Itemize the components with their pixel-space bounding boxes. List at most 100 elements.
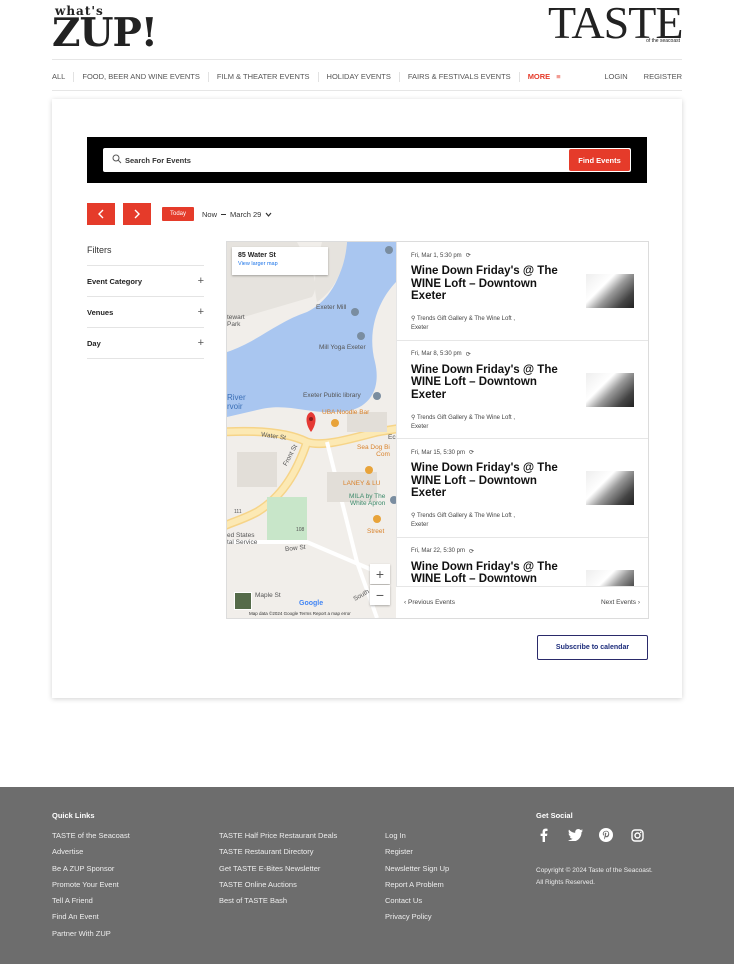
event-venue-name: Trends Gift Gallery & The Wine Loft , — [416, 513, 516, 519]
pinterest-icon[interactable] — [598, 827, 614, 843]
map-label: UBA Noodle Bar — [322, 409, 370, 416]
filters-title: Filters — [87, 245, 204, 266]
footer-link[interactable]: Find An Event — [52, 912, 130, 928]
map-label: Ec — [388, 434, 396, 441]
event-date: Fri, Mar 1, 5:30 pm ⟳ — [411, 252, 640, 260]
footer-link[interactable]: Promote Your Event — [52, 880, 130, 896]
footer-link[interactable]: Tell A Friend — [52, 896, 130, 912]
event-image[interactable] — [586, 471, 634, 505]
map-label: River rvoir — [227, 393, 246, 411]
date-range-to: March 29 — [230, 209, 262, 219]
header-divider — [52, 59, 682, 60]
footer-link[interactable]: Report A Problem — [385, 880, 449, 896]
find-events-button[interactable]: Find Events — [569, 149, 630, 171]
taste-logo[interactable]: TASTE of the seacoast — [548, 0, 683, 46]
previous-date-button[interactable] — [87, 203, 115, 225]
map-label: 108 — [296, 527, 305, 533]
chevron-down-icon — [265, 212, 272, 217]
nav-item-fairs-festivals[interactable]: FAIRS & FESTIVALS EVENTS — [398, 72, 519, 82]
footer-link[interactable]: TASTE Restaurant Directory — [219, 847, 337, 863]
footer-link[interactable]: TASTE Online Auctions — [219, 880, 337, 896]
satellite-toggle[interactable] — [234, 592, 252, 610]
event-date-text: Fri, Mar 8, 5:30 pm — [411, 351, 462, 357]
footer-link[interactable]: TASTE Half Price Restaurant Deals — [219, 831, 337, 847]
recurring-icon: ⟳ — [465, 351, 471, 358]
footer-link[interactable]: Privacy Policy — [385, 912, 449, 928]
search-input[interactable] — [125, 151, 545, 169]
map-graphic — [227, 242, 396, 618]
nav-item-all[interactable]: ALL — [52, 72, 73, 82]
footer-link[interactable]: Best of TASTE Bash — [219, 896, 337, 912]
plus-icon: + — [375, 566, 385, 582]
next-date-button[interactable] — [123, 203, 151, 225]
event-image[interactable] — [586, 274, 634, 308]
chevron-right-icon — [134, 209, 140, 219]
event-title[interactable]: Wine Down Friday's @ The WINE Loft – Dow… — [411, 265, 569, 303]
footer-link[interactable]: TASTE of the Seacoast — [52, 831, 130, 847]
nav-item-film-theater[interactable]: FILM & THEATER EVENTS — [207, 72, 318, 82]
event-item[interactable]: Fri, Mar 15, 5:30 pm ⟳ Wine Down Friday's… — [397, 439, 648, 538]
view-larger-map-link[interactable]: View larger map — [238, 261, 322, 267]
site-footer: Quick Links TASTE of the Seacoast Advert… — [0, 787, 734, 964]
footer-link[interactable]: Advertise — [52, 847, 130, 863]
map-label: Mill Yoga Exeter — [319, 344, 366, 351]
nav-item-holiday[interactable]: HOLIDAY EVENTS — [317, 72, 399, 82]
map-label: ed States tal Service — [227, 532, 258, 546]
footer-link[interactable]: Register — [385, 847, 449, 863]
footer-link[interactable]: Newsletter Sign Up — [385, 864, 449, 880]
location-pin-icon: ⚲ — [411, 513, 416, 519]
instagram-icon[interactable] — [629, 827, 645, 843]
zoom-in-button[interactable]: + — [370, 564, 390, 584]
filter-label: Event Category — [87, 276, 143, 286]
filter-label: Venues — [87, 307, 114, 317]
next-events-link[interactable]: Next Events › — [601, 599, 640, 606]
event-title[interactable]: Wine Down Friday's @ The WINE Loft – Dow… — [411, 364, 569, 402]
facebook-icon[interactable] — [536, 827, 552, 843]
login-link[interactable]: LOGIN — [588, 72, 627, 82]
filter-day[interactable]: Day + — [87, 328, 204, 359]
date-range-picker[interactable]: Now March 29 — [202, 210, 272, 219]
map-label: Exeter Mill — [316, 304, 347, 311]
event-map[interactable]: 85 Water St View larger map Exeter Mill … — [227, 242, 396, 618]
event-item[interactable]: Fri, Mar 1, 5:30 pm ⟳ Wine Down Friday's … — [397, 242, 648, 341]
zoom-out-button[interactable]: − — [370, 585, 390, 605]
today-button[interactable]: Today — [162, 207, 195, 221]
event-title[interactable]: Wine Down Friday's @ The WINE Loft – Dow… — [411, 462, 569, 500]
event-date-text: Fri, Mar 15, 5:30 pm — [411, 449, 466, 456]
event-date: Fri, Mar 8, 5:30 pm ⟳ — [411, 351, 640, 358]
footer-link[interactable]: Contact Us — [385, 896, 449, 912]
nav-item-food-beer-wine[interactable]: FOOD, BEER AND WINE EVENTS — [73, 72, 208, 82]
event-image[interactable] — [586, 569, 634, 586]
footer-col-2: TASTE Half Price Restaurant Deals TASTE … — [219, 831, 337, 912]
footer-link[interactable]: Partner With ZUP — [52, 929, 130, 945]
search-box: Find Events — [103, 148, 631, 172]
twitter-icon[interactable] — [567, 827, 583, 843]
previous-events-label: Previous Events — [407, 599, 455, 606]
minus-icon: − — [375, 587, 385, 603]
filter-event-category[interactable]: Event Category + — [87, 266, 204, 297]
filter-venues[interactable]: Venues + — [87, 297, 204, 328]
zup-logo[interactable]: what's ZUP! — [52, 4, 182, 56]
search-icon — [112, 154, 122, 164]
event-title[interactable]: Wine Down Friday's @ The WINE Loft – Dow… — [411, 561, 569, 586]
hamburger-icon: ≡ — [556, 72, 561, 81]
event-venue-name: Trends Gift Gallery & The Wine Loft , — [416, 316, 516, 322]
event-image[interactable] — [586, 372, 634, 407]
footer-link[interactable]: Log In — [385, 831, 449, 847]
footer-link[interactable]: Get TASTE E-Bites Newsletter — [219, 864, 337, 880]
event-venue: ⚲ Trends Gift Gallery & The Wine Loft , E… — [411, 414, 515, 432]
register-link[interactable]: REGISTER — [628, 72, 682, 82]
taste-logo-small: of the seacoast — [646, 38, 680, 44]
map-label: tewart Park — [227, 314, 245, 328]
event-list: Fri, Mar 1, 5:30 pm ⟳ Wine Down Friday's … — [396, 242, 648, 586]
event-date: Fri, Mar 15, 5:30 pm ⟳ — [411, 449, 640, 457]
previous-events-link[interactable]: ‹ Previous Events — [404, 599, 455, 606]
map-footer[interactable]: Map data ©2024 Google Terms Report a map… — [249, 611, 351, 616]
event-item[interactable]: Fri, Mar 22, 5:30 pm ⟳ Wine Down Friday's… — [397, 538, 648, 586]
footer-link[interactable]: Be A ZUP Sponsor — [52, 864, 130, 880]
event-item[interactable]: Fri, Mar 8, 5:30 pm ⟳ Wine Down Friday's … — [397, 341, 648, 439]
nav-item-more[interactable]: MORE ≡ — [518, 72, 569, 82]
chevron-left-icon — [98, 209, 104, 219]
main-nav: ALL FOOD, BEER AND WINE EVENTS FILM & TH… — [52, 70, 682, 84]
subscribe-calendar-button[interactable]: Subscribe to calendar — [537, 635, 648, 660]
